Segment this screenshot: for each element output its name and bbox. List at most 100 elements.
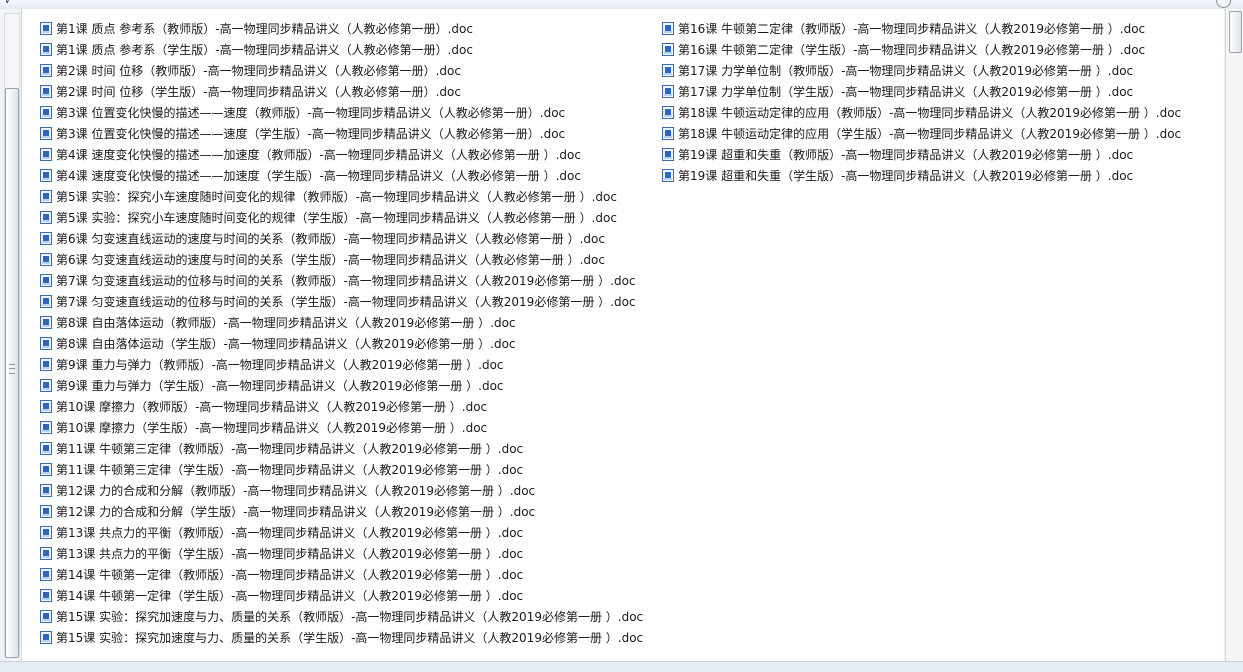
file-item[interactable]: 第7课 匀变速直线运动的位移与时间的关系（学生版）-高一物理同步精品讲义（人教2… [40,291,643,312]
word-document-icon [662,22,674,35]
word-document-icon [40,253,52,266]
file-item[interactable]: 第11课 牛顿第三定律（学生版）-高一物理同步精品讲义（人教2019必修第一册 … [40,459,643,480]
word-document-icon [40,589,52,602]
word-document-icon [662,127,674,140]
word-document-icon [40,169,52,182]
word-document-icon [662,106,674,119]
navigation-pane [0,9,22,661]
navigation-pane-scrollbar[interactable] [4,13,20,658]
word-document-icon [40,211,52,224]
file-name: 第12课 力的合成和分解（学生版）-高一物理同步精品讲义（人教2019必修第一册… [56,504,536,519]
word-document-icon [40,85,52,98]
window-bottom-strip [0,661,1243,672]
word-document-icon [40,631,52,644]
file-item[interactable]: 第10课 摩擦力（学生版）-高一物理同步精品讲义（人教2019必修第一册 ）.d… [40,417,643,438]
word-document-icon [40,547,52,560]
file-item[interactable]: 第3课 位置变化快慢的描述——速度（学生版）-高一物理同步精品讲义（人教必修第一… [40,123,643,144]
file-item[interactable]: 第12课 力的合成和分解（教师版）-高一物理同步精品讲义（人教2019必修第一册… [40,480,643,501]
file-name: 第14课 牛顿第一定律（学生版）-高一物理同步精品讲义（人教2019必修第一册 … [56,588,524,603]
file-list-column-1: 第1课 质点 参考系（教师版）-高一物理同步精品讲义（人教必修第一册）.doc 第… [40,18,643,648]
file-item[interactable]: 第17课 力学单位制（学生版）-高一物理同步精品讲义（人教2019必修第一册 ）… [662,81,1181,102]
file-name: 第1课 质点 参考系（教师版）-高一物理同步精品讲义（人教必修第一册）.doc [56,21,473,36]
file-name: 第14课 牛顿第一定律（教师版）-高一物理同步精品讲义（人教2019必修第一册 … [56,567,524,582]
word-document-icon [40,400,52,413]
file-item[interactable]: 第9课 重力与弹力（学生版）-高一物理同步精品讲义（人教2019必修第一册 ）.… [40,375,643,396]
file-item[interactable]: 第13课 共点力的平衡（教师版）-高一物理同步精品讲义（人教2019必修第一册 … [40,522,643,543]
file-item[interactable]: 第15课 实验：探究加速度与力、质量的关系（教师版）-高一物理同步精品讲义（人教… [40,606,643,627]
file-item[interactable]: 第8课 自由落体运动（教师版）-高一物理同步精品讲义（人教2019必修第一册 ）… [40,312,643,333]
word-document-icon [40,505,52,518]
file-item[interactable]: 第15课 实验：探究加速度与力、质量的关系（学生版）-高一物理同步精品讲义（人教… [40,627,643,648]
file-item[interactable]: 第16课 牛顿第二定律（学生版）-高一物理同步精品讲义（人教2019必修第一册 … [662,39,1181,60]
file-name: 第2课 时间 位移（学生版）-高一物理同步精品讲义（人教必修第一册）.doc [56,84,461,99]
file-item[interactable]: 第1课 质点 参考系（学生版）-高一物理同步精品讲义（人教必修第一册）.doc [40,39,643,60]
file-name: 第3课 位置变化快慢的描述——速度（学生版）-高一物理同步精品讲义（人教必修第一… [56,126,566,141]
word-document-icon [662,169,674,182]
file-name: 第3课 位置变化快慢的描述——速度（教师版）-高一物理同步精品讲义（人教必修第一… [56,105,566,120]
file-item[interactable]: 第14课 牛顿第一定律（学生版）-高一物理同步精品讲义（人教2019必修第一册 … [40,585,643,606]
file-name: 第16课 牛顿第二定律（学生版）-高一物理同步精品讲义（人教2019必修第一册 … [678,42,1146,57]
word-document-icon [40,316,52,329]
word-document-icon [40,463,52,476]
file-item[interactable]: 第19课 超重和失重（教师版）-高一物理同步精品讲义（人教2019必修第一册 ）… [662,144,1181,165]
file-item[interactable]: 第18课 牛顿运动定律的应用（学生版）-高一物理同步精品讲义（人教2019必修第… [662,123,1181,144]
file-name: 第7课 匀变速直线运动的位移与时间的关系（学生版）-高一物理同步精品讲义（人教2… [56,294,636,309]
file-list-column-2: 第16课 牛顿第二定律（教师版）-高一物理同步精品讲义（人教2019必修第一册 … [662,18,1181,186]
word-document-icon [40,64,52,77]
file-name: 第5课 实验：探究小车速度随时间变化的规律（学生版）-高一物理同步精品讲义（人教… [56,210,617,225]
file-list-view: 第1课 质点 参考系（教师版）-高一物理同步精品讲义（人教必修第一册）.doc 第… [22,9,1224,661]
file-item[interactable]: 第11课 牛顿第三定律（教师版）-高一物理同步精品讲义（人教2019必修第一册 … [40,438,643,459]
word-document-icon [40,43,52,56]
file-item[interactable]: 第10课 摩擦力（教师版）-高一物理同步精品讲义（人教2019必修第一册 ）.d… [40,396,643,417]
file-name: 第18课 牛顿运动定律的应用（学生版）-高一物理同步精品讲义（人教2019必修第… [678,126,1182,141]
file-name: 第8课 自由落体运动（学生版）-高一物理同步精品讲义（人教2019必修第一册 ）… [56,336,516,351]
file-name: 第13课 共点力的平衡（教师版）-高一物理同步精品讲义（人教2019必修第一册 … [56,525,524,540]
navigation-pane-scrollbar-thumb[interactable] [5,88,19,658]
file-name: 第11课 牛顿第三定律（教师版）-高一物理同步精品讲义（人教2019必修第一册 … [56,441,524,456]
chevron-down-icon[interactable]: ∨ [4,0,11,6]
file-name: 第6课 匀变速直线运动的速度与时间的关系（学生版）-高一物理同步精品讲义（人教必… [56,252,605,267]
word-document-icon [40,295,52,308]
file-item[interactable]: 第14课 牛顿第一定律（教师版）-高一物理同步精品讲义（人教2019必修第一册 … [40,564,643,585]
help-icon[interactable] [1216,0,1231,8]
word-document-icon [40,379,52,392]
file-name: 第9课 重力与弹力（教师版）-高一物理同步精品讲义（人教2019必修第一册 ）.… [56,357,504,372]
file-item[interactable]: 第7课 匀变速直线运动的位移与时间的关系（教师版）-高一物理同步精品讲义（人教2… [40,270,643,291]
file-item[interactable]: 第2课 时间 位移（学生版）-高一物理同步精品讲义（人教必修第一册）.doc [40,81,643,102]
file-item[interactable]: 第19课 超重和失重（学生版）-高一物理同步精品讲义（人教2019必修第一册 ）… [662,165,1181,186]
file-name: 第16课 牛顿第二定律（教师版）-高一物理同步精品讲义（人教2019必修第一册 … [678,21,1146,36]
file-item[interactable]: 第4课 速度变化快慢的描述——加速度（教师版）-高一物理同步精品讲义（人教必修第… [40,144,643,165]
file-name: 第4课 速度变化快慢的描述——加速度（教师版）-高一物理同步精品讲义（人教必修第… [56,147,581,162]
word-document-icon [662,64,674,77]
word-document-icon [40,442,52,455]
file-item[interactable]: 第3课 位置变化快慢的描述——速度（教师版）-高一物理同步精品讲义（人教必修第一… [40,102,643,123]
file-name: 第15课 实验：探究加速度与力、质量的关系（教师版）-高一物理同步精品讲义（人教… [56,609,644,624]
word-document-icon [40,484,52,497]
file-item[interactable]: 第4课 速度变化快慢的描述——加速度（学生版）-高一物理同步精品讲义（人教必修第… [40,165,643,186]
file-item[interactable]: 第16课 牛顿第二定律（教师版）-高一物理同步精品讲义（人教2019必修第一册 … [662,18,1181,39]
file-item[interactable]: 第2课 时间 位移（教师版）-高一物理同步精品讲义（人教必修第一册）.doc [40,60,643,81]
word-document-icon [40,127,52,140]
file-item[interactable]: 第8课 自由落体运动（学生版）-高一物理同步精品讲义（人教2019必修第一册 ）… [40,333,643,354]
file-name: 第18课 牛顿运动定律的应用（教师版）-高一物理同步精品讲义（人教2019必修第… [678,105,1182,120]
file-list-vertical-scrollbar[interactable] [1225,9,1243,661]
file-item[interactable]: 第13课 共点力的平衡（学生版）-高一物理同步精品讲义（人教2019必修第一册 … [40,543,643,564]
file-list-scrollbar-thumb[interactable] [1229,11,1242,53]
file-name: 第10课 摩擦力（学生版）-高一物理同步精品讲义（人教2019必修第一册 ）.d… [56,420,488,435]
word-document-icon [40,22,52,35]
word-document-icon [40,358,52,371]
word-document-icon [40,232,52,245]
file-item[interactable]: 第12课 力的合成和分解（学生版）-高一物理同步精品讲义（人教2019必修第一册… [40,501,643,522]
file-item[interactable]: 第17课 力学单位制（教师版）-高一物理同步精品讲义（人教2019必修第一册 ）… [662,60,1181,81]
file-item[interactable]: 第6课 匀变速直线运动的速度与时间的关系（学生版）-高一物理同步精品讲义（人教必… [40,249,643,270]
file-name: 第17课 力学单位制（教师版）-高一物理同步精品讲义（人教2019必修第一册 ）… [678,63,1134,78]
file-item[interactable]: 第6课 匀变速直线运动的速度与时间的关系（教师版）-高一物理同步精品讲义（人教必… [40,228,643,249]
word-document-icon [40,274,52,287]
file-item[interactable]: 第18课 牛顿运动定律的应用（教师版）-高一物理同步精品讲义（人教2019必修第… [662,102,1181,123]
file-item[interactable]: 第9课 重力与弹力（教师版）-高一物理同步精品讲义（人教2019必修第一册 ）.… [40,354,643,375]
word-document-icon [40,610,52,623]
file-item[interactable]: 第5课 实验：探究小车速度随时间变化的规律（教师版）-高一物理同步精品讲义（人教… [40,186,643,207]
file-item[interactable]: 第5课 实验：探究小车速度随时间变化的规律（学生版）-高一物理同步精品讲义（人教… [40,207,643,228]
file-name: 第6课 匀变速直线运动的速度与时间的关系（教师版）-高一物理同步精品讲义（人教必… [56,231,605,246]
file-item[interactable]: 第1课 质点 参考系（教师版）-高一物理同步精品讲义（人教必修第一册）.doc [40,18,643,39]
